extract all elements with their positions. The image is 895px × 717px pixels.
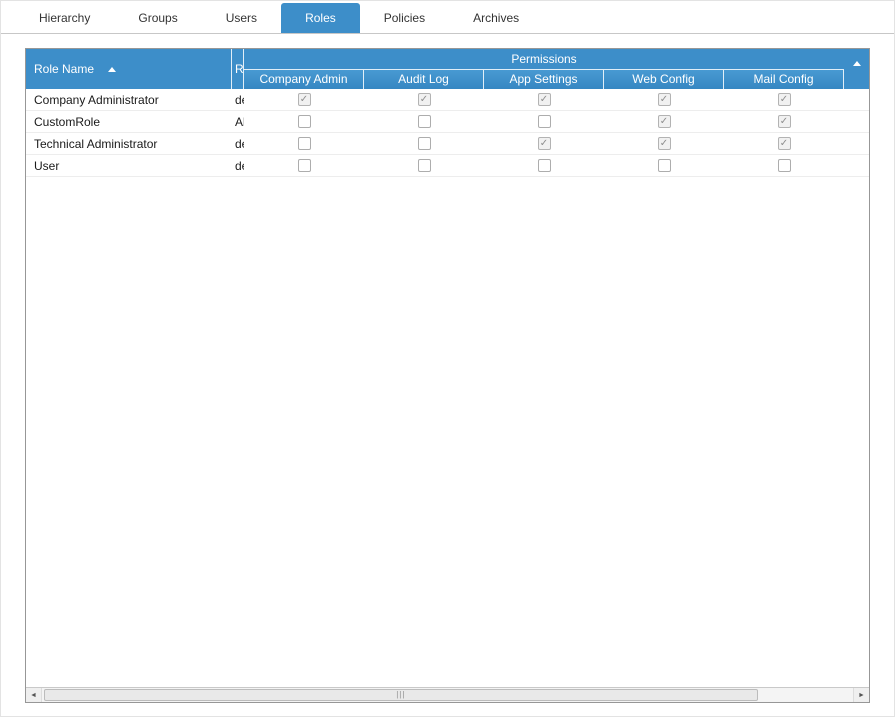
table-row[interactable]: CustomRoleAl ✓ ✓ — [26, 111, 869, 133]
permissions-column-group: Permissions Company AdminAudit LogApp Se… — [244, 49, 844, 89]
permission-checkbox-unchecked[interactable] — [298, 137, 311, 150]
tab-roles[interactable]: Roles — [281, 3, 360, 33]
permission-cell — [604, 159, 724, 172]
column-header-web-config[interactable]: Web Config — [604, 70, 724, 89]
permission-checkbox-checked[interactable]: ✓ — [778, 93, 791, 106]
permission-checkbox-unchecked[interactable] — [538, 159, 551, 172]
role-description-cell: de — [232, 137, 244, 151]
permission-checkbox-checked[interactable]: ✓ — [658, 115, 671, 128]
scrollbar-thumb[interactable]: ||| — [44, 689, 758, 701]
permission-cell — [484, 115, 604, 128]
table-row[interactable]: Userde — [26, 155, 869, 177]
permissions-subheader-row: Company AdminAudit LogApp SettingsWeb Co… — [244, 69, 844, 89]
permission-cell — [244, 115, 364, 128]
permission-cell — [364, 159, 484, 172]
permission-checkbox-checked[interactable]: ✓ — [658, 137, 671, 150]
permission-cell: ✓ — [364, 93, 484, 106]
column-header-role-name[interactable]: Role Name — [26, 49, 232, 89]
permission-checkbox-checked[interactable]: ✓ — [778, 115, 791, 128]
column-header-mail-config[interactable]: Mail Config — [724, 70, 844, 89]
permission-cell — [244, 137, 364, 150]
permission-cell: ✓ — [724, 93, 844, 106]
scrollbar-grip-icon: ||| — [396, 691, 405, 699]
role-description-header-label: R — [235, 62, 244, 76]
permission-checkbox-unchecked[interactable] — [778, 159, 791, 172]
permission-cell: ✓ — [724, 137, 844, 150]
column-header-company-admin[interactable]: Company Admin — [244, 70, 364, 89]
permission-checkbox-unchecked[interactable] — [538, 115, 551, 128]
role-description-cell: de — [232, 93, 244, 107]
permission-checkbox-unchecked[interactable] — [298, 159, 311, 172]
permission-checkbox-checked[interactable]: ✓ — [658, 93, 671, 106]
tab-bar: HierarchyGroupsUsersRolesPoliciesArchive… — [1, 1, 894, 34]
permission-cell: ✓ — [604, 93, 724, 106]
scrollbar-track[interactable]: ||| — [42, 688, 853, 702]
permissions-group-label: Permissions — [244, 49, 844, 69]
role-name-cell: Company Administrator — [26, 93, 232, 107]
permission-cell: ✓ — [604, 115, 724, 128]
permission-checkbox-checked[interactable]: ✓ — [298, 93, 311, 106]
permission-cell: ✓ — [484, 93, 604, 106]
permission-cell: ✓ — [484, 137, 604, 150]
scroll-left-button[interactable]: ◄ — [26, 688, 42, 702]
role-name-cell: Technical Administrator — [26, 137, 232, 151]
permission-checkbox-checked[interactable]: ✓ — [538, 93, 551, 106]
permission-cell — [244, 159, 364, 172]
table-row[interactable]: Technical Administratorde ✓ ✓ ✓ — [26, 133, 869, 155]
tab-groups[interactable]: Groups — [114, 3, 201, 33]
column-header-role-description[interactable]: R — [232, 49, 244, 89]
permission-checkbox-unchecked[interactable] — [418, 137, 431, 150]
role-name-header-label: Role Name — [34, 62, 94, 76]
permission-checkbox-checked[interactable]: ✓ — [418, 93, 431, 106]
table-body: Company Administratorde✓✓✓✓✓CustomRoleAl… — [26, 89, 869, 687]
tab-users[interactable]: Users — [202, 3, 281, 33]
header-filler — [844, 49, 869, 89]
tab-archives[interactable]: Archives — [449, 3, 543, 33]
table-header: Role Name R Permissions Company AdminAud… — [26, 49, 869, 89]
permission-cell — [364, 115, 484, 128]
permission-checkbox-unchecked[interactable] — [418, 159, 431, 172]
permission-cell — [364, 137, 484, 150]
role-description-cell: Al — [232, 115, 244, 129]
tab-policies[interactable]: Policies — [360, 3, 449, 33]
tab-hierarchy[interactable]: Hierarchy — [15, 3, 114, 33]
permission-cell — [724, 159, 844, 172]
scroll-right-icon: ► — [858, 692, 865, 699]
scroll-up-icon[interactable] — [853, 61, 861, 66]
scroll-left-icon: ◄ — [30, 692, 37, 699]
permission-checkbox-unchecked[interactable] — [298, 115, 311, 128]
permission-checkbox-unchecked[interactable] — [418, 115, 431, 128]
app-window: HierarchyGroupsUsersRolesPoliciesArchive… — [0, 0, 895, 717]
permission-checkbox-checked[interactable]: ✓ — [538, 137, 551, 150]
permission-cell — [484, 159, 604, 172]
role-description-cell: de — [232, 159, 244, 173]
permission-checkbox-unchecked[interactable] — [658, 159, 671, 172]
permission-cell: ✓ — [724, 115, 844, 128]
permission-cell: ✓ — [244, 93, 364, 106]
column-header-audit-log[interactable]: Audit Log — [364, 70, 484, 89]
role-name-cell: CustomRole — [26, 115, 232, 129]
permission-cell: ✓ — [604, 137, 724, 150]
roles-table-panel: Role Name R Permissions Company AdminAud… — [25, 48, 870, 703]
scroll-right-button[interactable]: ► — [853, 688, 869, 702]
horizontal-scrollbar[interactable]: ◄ ||| ► — [26, 687, 869, 702]
sort-ascending-icon — [108, 67, 116, 72]
table-row[interactable]: Company Administratorde ✓ ✓ ✓ ✓ ✓ — [26, 89, 869, 111]
column-header-app-settings[interactable]: App Settings — [484, 70, 604, 89]
role-name-cell: User — [26, 159, 232, 173]
permission-checkbox-checked[interactable]: ✓ — [778, 137, 791, 150]
